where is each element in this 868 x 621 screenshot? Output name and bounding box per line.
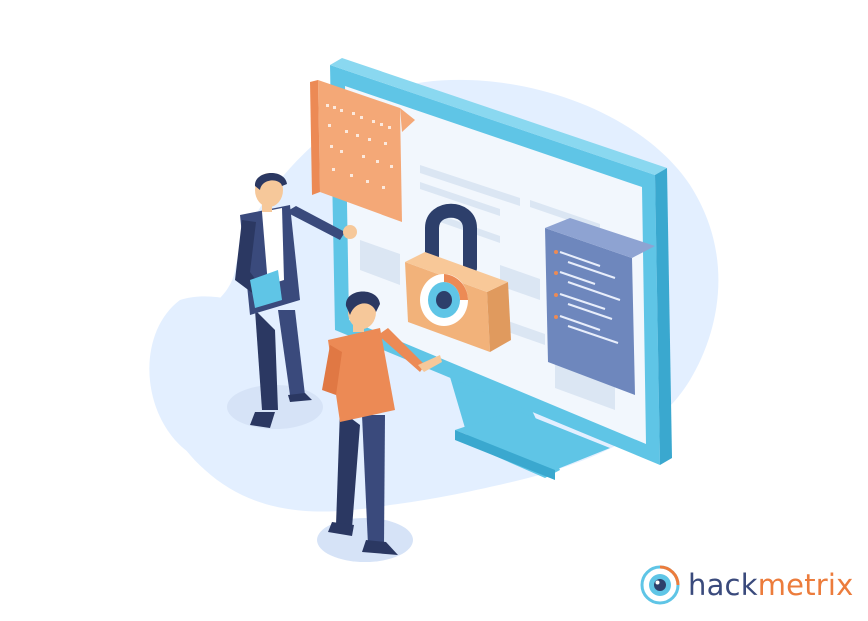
cybersecurity-illustration: [149, 58, 719, 562]
brand-wordmark-metrix: metrix: [757, 567, 854, 602]
brand-wordmark-hack: hack: [688, 567, 758, 602]
hackmetrix-eye-logo-icon: [640, 565, 680, 605]
brand-wordmark: hackmetrix: [688, 567, 854, 602]
brand-logo-lockup: hackmetrix: [640, 563, 854, 607]
